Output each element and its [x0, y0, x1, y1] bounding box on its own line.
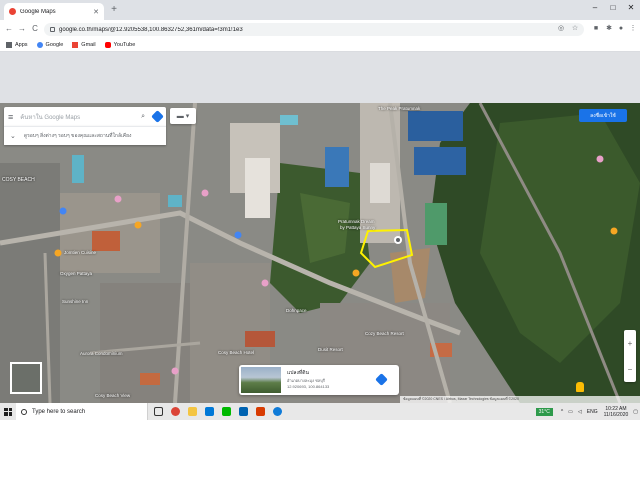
bookmarks-bar: Apps Google Gmail YouTube — [0, 38, 640, 52]
map-label[interactable]: Aurora Condominium — [80, 351, 123, 356]
tab-close-icon[interactable]: ✕ — [93, 8, 99, 16]
directions-icon[interactable] — [151, 110, 164, 123]
profile-avatar-icon[interactable]: ● — [616, 24, 626, 34]
sign-in-button[interactable]: ลงชื่อเข้าใช้ — [579, 109, 627, 122]
map-label[interactable]: Dohnpace — [286, 308, 307, 313]
chevron-down-icon[interactable]: ⌄ — [10, 132, 16, 140]
clock-date: 11/16/2020 — [603, 411, 629, 418]
map-label[interactable]: COSY BEACH — [2, 177, 35, 183]
line-icon[interactable] — [219, 405, 233, 419]
minimize-button[interactable]: – — [588, 3, 602, 12]
back-button[interactable]: ← — [3, 23, 15, 35]
location-icon[interactable]: ◎ — [556, 24, 566, 34]
tab-strip: Google Maps ✕ + – □ ✕ — [0, 0, 640, 20]
edge-icon[interactable] — [270, 405, 284, 419]
browser-toolbar: ← → C google.co.th/maps/@12.9205538,100.… — [0, 20, 640, 38]
street-view-thumbnail[interactable] — [241, 367, 281, 393]
maps-search-box[interactable]: ≡ ค้นหาใน Google Maps ⌕ — [4, 107, 166, 126]
tray-chevron-icon[interactable]: ^ — [561, 409, 563, 415]
puzzle-icon[interactable]: ✱ — [604, 24, 614, 34]
reload-button[interactable]: C — [29, 23, 41, 35]
close-window-button[interactable]: ✕ — [624, 3, 638, 12]
bookmark-star-icon[interactable]: ☆ — [570, 24, 580, 34]
pegman-icon[interactable] — [576, 382, 584, 392]
clock[interactable]: 10:22 AM 11/16/2020 — [604, 406, 629, 418]
tab-google-maps[interactable]: Google Maps ✕ — [4, 3, 104, 20]
map-label[interactable]: Oxygen Pattaya — [60, 271, 92, 276]
explore-text: ดูรอบๆ สิ่งต่างๆ รอบๆ ของคุณและสถานที่ใก… — [23, 133, 132, 139]
search-input[interactable]: ค้นหาใน Google Maps — [20, 112, 137, 122]
bookmark-youtube[interactable]: YouTube — [104, 41, 136, 48]
search-icon — [21, 408, 27, 415]
system-tray: 31°C ^ ▭ ◁ ENG 10:22 AM 11/16/2020 ▢ — [535, 403, 638, 420]
task-view-icon[interactable] — [151, 405, 165, 419]
windows-taskbar: Type here to search 31°C ^ ▭ ◁ ENG 10:22… — [0, 403, 640, 420]
extension-icon[interactable]: ■ — [591, 24, 601, 34]
bookmark-label: Google — [45, 41, 64, 48]
map-label[interactable]: Cozy Beach Resort — [365, 331, 404, 336]
hamburger-menu-icon[interactable]: ≡ — [8, 112, 13, 122]
windows-logo-icon — [4, 407, 12, 416]
taskbar-search-placeholder: Type here to search — [32, 408, 86, 415]
map-label[interactable]: The Peak Pratumnak — [378, 106, 420, 111]
chrome-menu-icon[interactable]: ⋮ — [628, 24, 638, 34]
place-info-card[interactable]: แปลงที่ดิน อำเภอบางละมุง ชลบุรี 12.92069… — [239, 365, 399, 395]
map-label[interactable]: Dusit Resort — [318, 347, 343, 352]
zoom-out-button[interactable]: − — [628, 365, 633, 374]
volume-icon[interactable]: ◁ — [578, 409, 582, 415]
directions-icon[interactable] — [375, 373, 388, 386]
place-coordinates: 12.920693, 100.864133 — [287, 384, 330, 389]
taskbar-search-box[interactable]: Type here to search — [16, 403, 148, 420]
layers-button[interactable]: ▬ ▾ — [170, 108, 196, 124]
map-label[interactable]: Cosy Beach Hotel — [218, 350, 254, 355]
bookmark-google[interactable]: Google — [36, 41, 64, 48]
forward-button[interactable]: → — [16, 23, 28, 35]
place-address: อำเภอบางละมุง ชลบุรี — [287, 378, 325, 383]
gmail-icon — [72, 41, 79, 48]
chrome-icon[interactable] — [168, 405, 182, 419]
zoom-in-button[interactable]: + — [628, 339, 633, 348]
address-bar[interactable]: google.co.th/maps/@12.9205538,100.863275… — [44, 23, 584, 36]
tab-title: Google Maps — [20, 8, 56, 15]
office-icon[interactable] — [253, 405, 267, 419]
language-indicator[interactable]: ENG — [587, 409, 598, 415]
store-icon[interactable] — [202, 405, 216, 419]
satellite-map[interactable]: The Peak Pratumnak Pratumnak Dream by Pa… — [0, 103, 640, 403]
below-screen-area — [0, 420, 640, 480]
layer-thumbnail[interactable] — [10, 362, 42, 394]
map-label[interactable]: Sunshine Inn — [62, 299, 88, 304]
bookmark-apps[interactable]: Apps — [6, 41, 28, 48]
search-icon[interactable]: ⌕ — [141, 113, 145, 121]
weather-badge[interactable]: 31°C — [535, 407, 553, 416]
google-maps-favicon-icon — [9, 8, 16, 15]
file-explorer-icon[interactable] — [185, 405, 199, 419]
bookmark-gmail[interactable]: Gmail — [72, 41, 96, 48]
new-tab-button[interactable]: + — [108, 3, 120, 17]
bookmark-label: Gmail — [81, 41, 96, 48]
zoom-control: + − — [624, 330, 636, 382]
bookmark-label: YouTube — [113, 41, 136, 48]
notification-icon[interactable]: ▢ — [633, 409, 638, 415]
start-button[interactable] — [0, 403, 16, 420]
map-label[interactable]: by Pattaya Sunny — [340, 225, 375, 230]
url-text: google.co.th/maps/@12.9205538,100.863275… — [59, 26, 243, 33]
map-label[interactable]: Cosy Beach View — [95, 393, 130, 398]
explore-nearby-bar[interactable]: ⌄ ดูรอบๆ สิ่งต่างๆ รอบๆ ของคุณและสถานที่… — [4, 126, 166, 145]
place-title: แปลงที่ดิน — [287, 370, 309, 376]
google-icon — [36, 41, 43, 48]
mail-icon[interactable] — [236, 405, 250, 419]
youtube-icon — [104, 41, 111, 48]
map-label[interactable]: Jomtien Cuisine — [64, 250, 96, 255]
map-attribution: ข้อมูลแผนที่ ©2020 CNES / Airbus, Maxar … — [400, 396, 640, 403]
apps-grid-icon — [6, 41, 12, 48]
network-icon[interactable]: ▭ — [568, 409, 573, 415]
lock-icon — [50, 27, 55, 32]
map-label[interactable]: Pratumnak Dream — [338, 219, 375, 224]
maximize-button[interactable]: □ — [606, 3, 620, 12]
bookmark-label: Apps — [15, 41, 28, 48]
screen: Google Maps ✕ + – □ ✕ ← → C google.co.th… — [0, 0, 640, 420]
